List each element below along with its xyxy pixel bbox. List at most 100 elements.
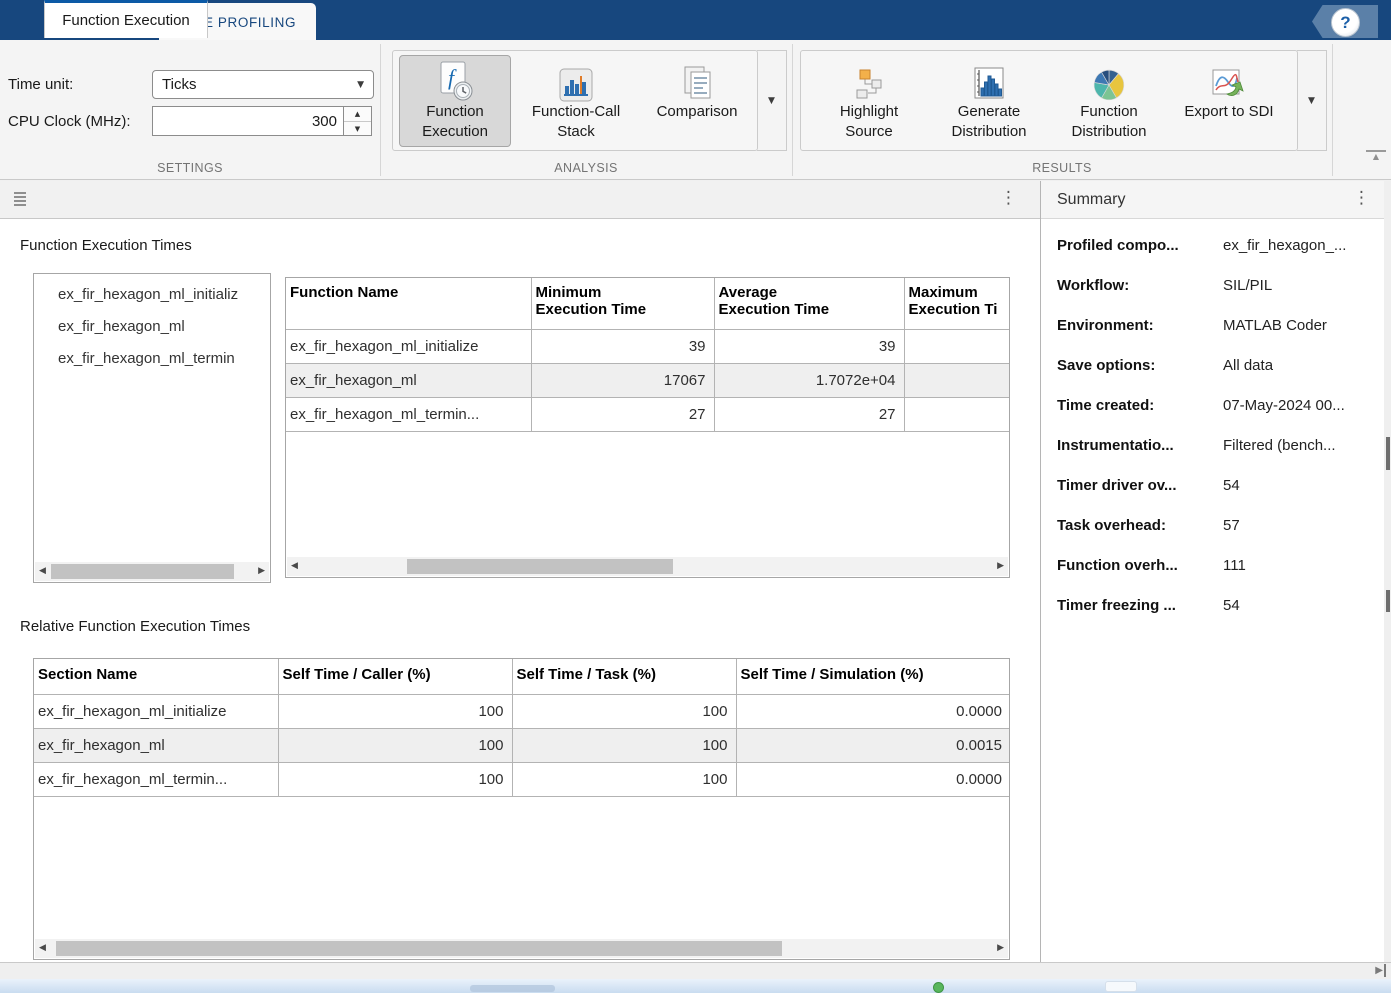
table-cell bbox=[904, 397, 1010, 431]
time-unit-dropdown[interactable]: Ticks ▼ bbox=[152, 70, 374, 99]
summary-field: Timer driver ov...54 bbox=[1057, 465, 1368, 505]
right-scroll-rail[interactable] bbox=[1384, 181, 1391, 962]
cpu-clock-stepper[interactable]: ▲ ▼ bbox=[343, 106, 372, 136]
comparison-button[interactable]: Comparison bbox=[641, 55, 753, 147]
field-value: 57 bbox=[1223, 517, 1240, 534]
column-header[interactable]: Self Time / Task (%) bbox=[512, 659, 736, 694]
column-header[interactable]: Average Execution Time bbox=[714, 278, 904, 329]
scroll-left-icon[interactable]: ◀ bbox=[39, 566, 46, 577]
scrollbar-thumb[interactable] bbox=[51, 564, 234, 579]
help-button[interactable]: ? bbox=[1312, 5, 1378, 38]
table-horizontal-scrollbar[interactable]: ◀ ▶ bbox=[35, 939, 1008, 958]
generate-distribution-icon bbox=[972, 56, 1006, 102]
table-header-row: Function NameMinimum Execution TimeAvera… bbox=[286, 278, 1010, 329]
highlight-source-button[interactable]: Highlight Source bbox=[813, 55, 925, 147]
table-cell: ex_fir_hexagon_ml_termin... bbox=[286, 397, 531, 431]
column-header[interactable]: Function Name bbox=[286, 278, 531, 329]
table-row[interactable]: ex_fir_hexagon_ml_termin...2727 bbox=[286, 397, 1010, 431]
field-label: Time created: bbox=[1057, 397, 1223, 414]
table-row[interactable]: ex_fir_hexagon_ml170671.7072e+04 bbox=[286, 363, 1010, 397]
field-value: All data bbox=[1223, 357, 1273, 374]
collapse-arrow-icon: ▲ bbox=[1366, 153, 1386, 161]
table-cell: ex_fir_hexagon_ml_initialize bbox=[34, 694, 278, 728]
execution-times-table[interactable]: Function NameMinimum Execution TimeAvera… bbox=[285, 277, 1010, 578]
summary-field: Task overhead:57 bbox=[1057, 505, 1368, 545]
rail-thumb[interactable] bbox=[1386, 590, 1390, 612]
background-window-shape bbox=[470, 985, 555, 992]
scroll-right-icon[interactable]: ▶ bbox=[997, 561, 1004, 572]
list-item[interactable]: ex_fir_hexagon_ml_termin bbox=[34, 343, 270, 375]
tab-function-execution[interactable]: Function Execution bbox=[44, 0, 208, 38]
function-call-stack-button[interactable]: Function-Call Stack bbox=[517, 55, 635, 147]
field-value: 54 bbox=[1223, 597, 1240, 614]
table-row[interactable]: ex_fir_hexagon_ml_initialize1001000.0000 bbox=[34, 694, 1010, 728]
column-header[interactable]: Self Time / Simulation (%) bbox=[736, 659, 1010, 694]
field-label: Task overhead: bbox=[1057, 517, 1223, 534]
rail-thumb[interactable] bbox=[1386, 437, 1390, 470]
section-separator bbox=[1332, 44, 1333, 176]
table-cell: 27 bbox=[531, 397, 714, 431]
skip-end-icon[interactable]: ▶ bbox=[1375, 964, 1386, 977]
summary-fields: Profiled compo...ex_fir_hexagon_...Workf… bbox=[1041, 219, 1384, 962]
results-gallery-arrow[interactable]: ▼ bbox=[1297, 50, 1327, 151]
scroll-left-icon[interactable]: ◀ bbox=[39, 943, 46, 954]
function-list[interactable]: ex_fir_hexagon_ml_initializex_fir_hexago… bbox=[33, 273, 271, 583]
scroll-right-icon[interactable]: ▶ bbox=[997, 943, 1004, 954]
scroll-right-icon[interactable]: ▶ bbox=[258, 566, 265, 577]
list-item[interactable]: ex_fir_hexagon_ml bbox=[34, 311, 270, 343]
button-label: Function Distribution bbox=[1054, 102, 1164, 143]
summary-header: Summary ⋮ bbox=[1041, 181, 1384, 219]
scrollbar-thumb[interactable] bbox=[56, 941, 782, 956]
column-header[interactable]: Self Time / Caller (%) bbox=[278, 659, 512, 694]
table-row[interactable]: ex_fir_hexagon_ml_termin...1001000.0000 bbox=[34, 762, 1010, 796]
field-value: 111 bbox=[1223, 557, 1246, 574]
table-cell: 17067 bbox=[531, 363, 714, 397]
field-value: ex_fir_hexagon_... bbox=[1223, 237, 1346, 254]
list-item[interactable]: ex_fir_hexagon_ml_initializ bbox=[34, 279, 270, 311]
column-header[interactable]: Minimum Execution Time bbox=[531, 278, 714, 329]
collapse-ribbon-button[interactable]: ▲ bbox=[1366, 150, 1386, 161]
table-cell: 100 bbox=[512, 694, 736, 728]
field-label: Instrumentatio... bbox=[1057, 437, 1223, 454]
table-row[interactable]: ex_fir_hexagon_ml1001000.0015 bbox=[34, 728, 1010, 762]
chevron-down-icon: ▼ bbox=[357, 80, 364, 90]
table-row[interactable]: ex_fir_hexagon_ml_initialize3939 bbox=[286, 329, 1010, 363]
cpu-clock-input[interactable] bbox=[152, 106, 344, 136]
relative-times-table[interactable]: Section NameSelf Time / Caller (%)Self T… bbox=[33, 658, 1010, 960]
button-label: Function-Call Stack bbox=[518, 102, 634, 143]
summary-field: Environment:MATLAB Coder bbox=[1057, 305, 1368, 345]
analysis-gallery-arrow[interactable]: ▼ bbox=[757, 50, 787, 151]
scroll-left-icon[interactable]: ◀ bbox=[291, 561, 298, 572]
panel-grip-icon[interactable] bbox=[14, 192, 26, 208]
section-separator bbox=[380, 44, 381, 176]
section-separator bbox=[792, 44, 793, 176]
results-group: Highlight Source bbox=[800, 50, 1298, 151]
list-horizontal-scrollbar[interactable]: ◀ ▶ bbox=[35, 562, 269, 581]
generate-distribution-button[interactable]: Generate Distribution bbox=[933, 55, 1045, 147]
table-horizontal-scrollbar[interactable]: ◀ ▶ bbox=[287, 557, 1008, 576]
summary-field: Time created:07-May-2024 00... bbox=[1057, 385, 1368, 425]
field-label: Profiled compo... bbox=[1057, 237, 1223, 254]
export-to-sdi-button[interactable]: Export to SDI bbox=[1173, 55, 1285, 147]
function-execution-button[interactable]: f Function Execution bbox=[399, 55, 511, 147]
scrollbar-thumb[interactable] bbox=[407, 559, 673, 574]
footer-strip: ▶ bbox=[0, 962, 1391, 979]
table-cell: 0.0015 bbox=[736, 728, 1010, 762]
table-cell: ex_fir_hexagon_ml_termin... bbox=[34, 762, 278, 796]
column-header[interactable]: Section Name bbox=[34, 659, 278, 694]
summary-options-kebab-icon[interactable]: ⋮ bbox=[1353, 188, 1370, 208]
table-cell: 1.7072e+04 bbox=[714, 363, 904, 397]
summary-field: Instrumentatio...Filtered (bench... bbox=[1057, 425, 1368, 465]
function-distribution-button[interactable]: Function Distribution bbox=[1053, 55, 1165, 147]
column-header[interactable]: Maximum Execution Ti bbox=[904, 278, 1010, 329]
table-cell: 100 bbox=[512, 762, 736, 796]
field-label: Environment: bbox=[1057, 317, 1223, 334]
toolstrip-tab-bar: GENERAL TIME PROFILING ? bbox=[0, 0, 1391, 40]
cpu-clock-label: CPU Clock (MHz): bbox=[8, 113, 131, 130]
table-cell: 100 bbox=[278, 694, 512, 728]
spinner-down-icon[interactable]: ▼ bbox=[344, 122, 371, 136]
table-cell: 0.0000 bbox=[736, 694, 1010, 728]
document-tab-strip: ⋮ bbox=[0, 181, 1040, 219]
spinner-up-icon[interactable]: ▲ bbox=[344, 107, 371, 122]
document-options-kebab-icon[interactable]: ⋮ bbox=[1000, 188, 1017, 208]
